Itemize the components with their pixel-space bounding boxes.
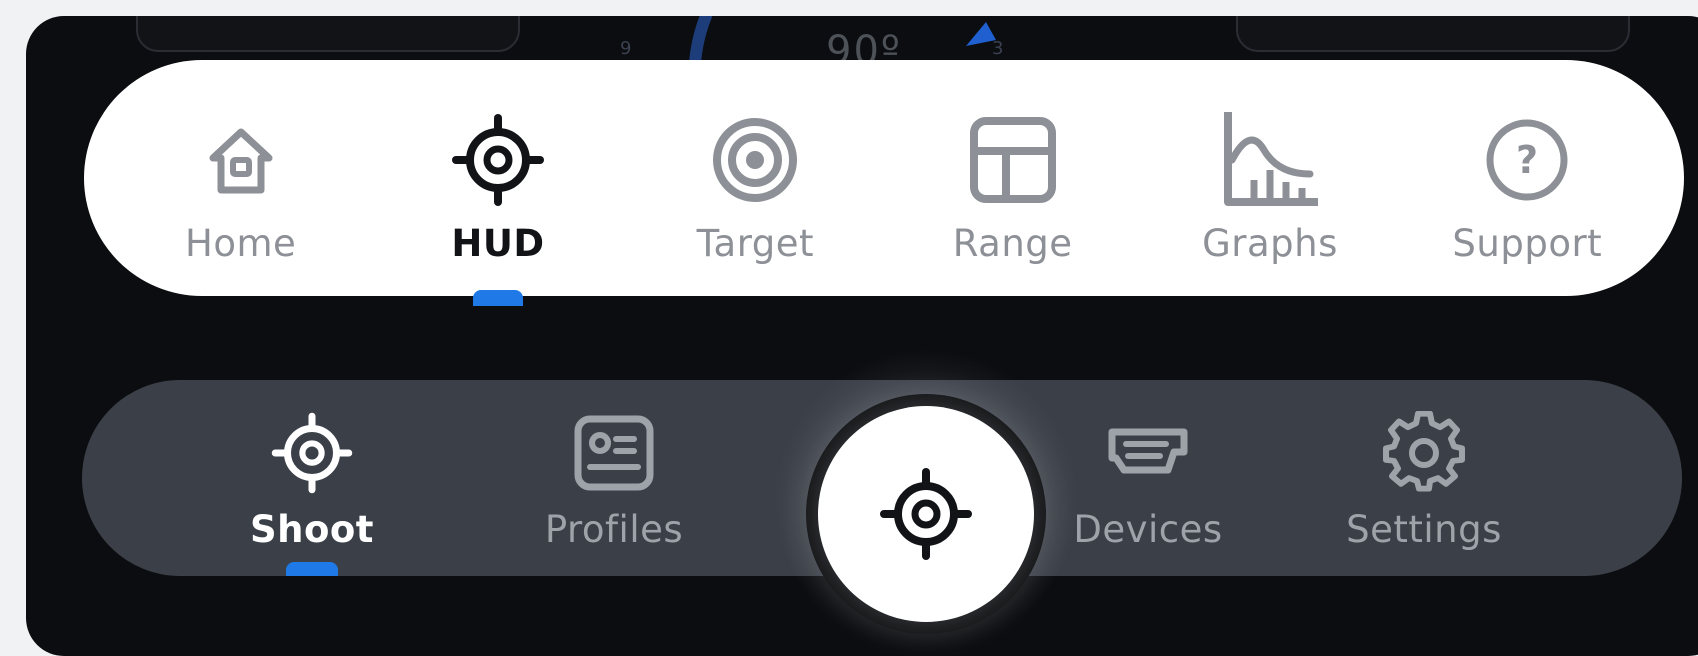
target-icon bbox=[705, 110, 805, 210]
center-shoot-button[interactable] bbox=[818, 406, 1034, 622]
nav-item-label: Range bbox=[952, 222, 1073, 265]
tab-label: Shoot bbox=[249, 508, 374, 551]
home-icon bbox=[191, 110, 291, 210]
nav-item-target[interactable]: Target bbox=[640, 78, 870, 278]
crosshair-icon bbox=[880, 468, 972, 560]
nav-item-label: HUD bbox=[451, 222, 545, 265]
svg-text:?: ? bbox=[1516, 138, 1538, 182]
background-panel-left bbox=[136, 16, 520, 52]
tab-profiles[interactable]: Profiles bbox=[504, 380, 724, 576]
crosshair-icon bbox=[448, 110, 548, 210]
nav-item-label: Support bbox=[1452, 222, 1603, 265]
nav-item-label: Target bbox=[696, 222, 815, 265]
nav-item-label: Home bbox=[185, 222, 297, 265]
nav-item-label: Graphs bbox=[1202, 222, 1338, 265]
nav-item-range[interactable]: Range bbox=[898, 78, 1128, 278]
grid-table-icon bbox=[963, 110, 1063, 210]
tab-settings[interactable]: Settings bbox=[1314, 380, 1534, 576]
active-indicator bbox=[286, 562, 338, 576]
tab-label: Profiles bbox=[544, 508, 684, 551]
graph-chart-icon bbox=[1220, 110, 1320, 210]
app-screen: 90º 9 3 Home HUD Target Range Graphs ? S… bbox=[26, 16, 1698, 656]
tab-label: Devices bbox=[1073, 508, 1223, 551]
background-panel-right bbox=[1236, 16, 1630, 52]
profile-card-icon bbox=[569, 408, 659, 498]
crosshair-icon bbox=[267, 408, 357, 498]
active-indicator bbox=[472, 290, 523, 306]
top-navigation: Home HUD Target Range Graphs ? Support bbox=[84, 60, 1684, 306]
tab-shoot[interactable]: Shoot bbox=[202, 380, 422, 576]
dial-tick-label: 9 bbox=[620, 38, 632, 59]
nav-item-support[interactable]: ? Support bbox=[1412, 78, 1642, 278]
help-circle-icon: ? bbox=[1477, 110, 1577, 210]
nav-item-hud[interactable]: HUD bbox=[383, 78, 613, 306]
device-icon bbox=[1103, 408, 1193, 498]
tab-label: Settings bbox=[1346, 508, 1502, 551]
gear-icon bbox=[1379, 408, 1469, 498]
nav-item-graphs[interactable]: Graphs bbox=[1155, 78, 1385, 278]
nav-item-home[interactable]: Home bbox=[126, 78, 356, 278]
dial-tick-label: 3 bbox=[992, 38, 1004, 59]
